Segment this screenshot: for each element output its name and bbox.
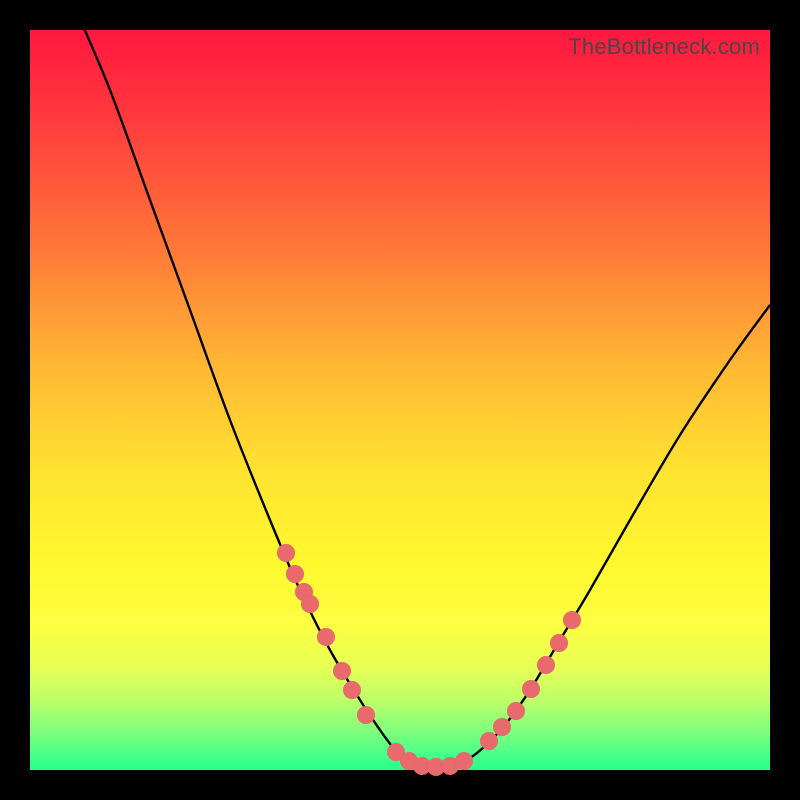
data-dot (563, 611, 581, 629)
data-dot (522, 680, 540, 698)
data-dot (550, 634, 568, 652)
data-dot (537, 656, 555, 674)
data-dot (357, 706, 375, 724)
data-dot (343, 681, 361, 699)
data-dot (277, 544, 295, 562)
chart-svg (30, 30, 770, 770)
data-dot (317, 628, 335, 646)
chart-frame: TheBottleneck.com (0, 0, 800, 800)
data-dot (507, 702, 525, 720)
data-dot (286, 565, 304, 583)
data-dot (301, 595, 319, 613)
chart-plot-area: TheBottleneck.com (30, 30, 770, 770)
data-dot (333, 662, 351, 680)
data-dots (277, 544, 581, 776)
data-dot (455, 752, 473, 770)
data-dot (480, 732, 498, 750)
data-dot (493, 718, 511, 736)
bottleneck-curve (76, 10, 770, 767)
